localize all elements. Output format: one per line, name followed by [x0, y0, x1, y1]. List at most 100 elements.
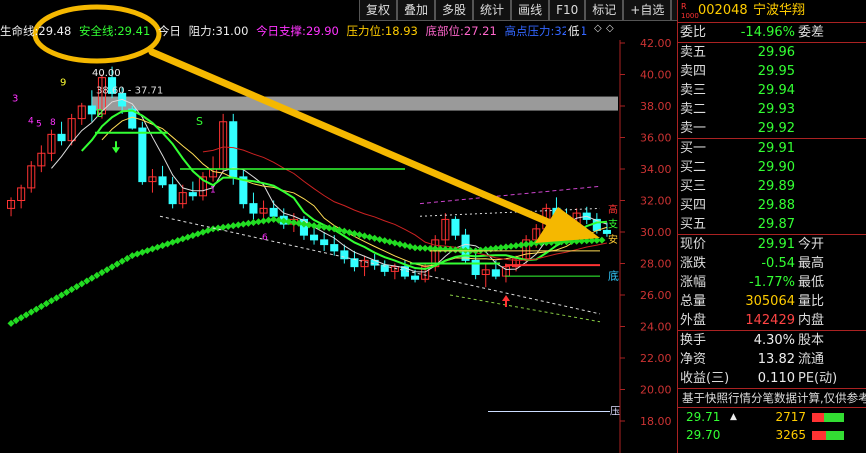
- kline-chart-canvas[interactable]: 42.00 40.00 38.00 36.00 34.00 32.00 30.00 28.00…: [0, 0, 676, 453]
- fund-row-2-label2: PE(动): [798, 371, 838, 386]
- resistance-label: 阻力:: [188, 24, 216, 38]
- trend-dot: [406, 243, 414, 251]
- toolbar-button-3[interactable]: 统计: [473, 0, 512, 21]
- tick-price: 29.71: [686, 410, 721, 424]
- lifeline-label: 生命线:: [0, 24, 39, 38]
- quote-row-1-label: 涨跌: [680, 256, 707, 271]
- candle-body: [168, 184, 177, 205]
- quote-row-3: 总量 305064 量比: [678, 292, 866, 311]
- stock-header: R 1000 002048 宁波华翔: [678, 0, 866, 23]
- low-label: 低: [566, 22, 582, 40]
- toolbar-button-6[interactable]: 标记: [585, 0, 624, 21]
- expand-icon[interactable]: ◇: [594, 23, 602, 34]
- trend-dot: [376, 235, 384, 244]
- candle-body: [320, 239, 329, 246]
- bottom-tag: 底: [608, 268, 619, 282]
- tick-buy-bar: [812, 431, 826, 440]
- order-ratio-value: -14.96%: [740, 25, 795, 40]
- bid-row-4: 买五 29.87: [678, 215, 866, 234]
- count-marker-9: 9: [60, 78, 66, 89]
- tick-row: 29.71 ▲ 2717: [678, 408, 866, 426]
- bid-row-3: 买四 29.88: [678, 196, 866, 215]
- order-ratio-row: 委比 -14.96% 委差: [678, 23, 866, 43]
- toolbar-button-1[interactable]: 叠加: [397, 0, 436, 21]
- quote-row-0-label: 现价: [680, 237, 707, 252]
- ask-row-4-value: 29.92: [757, 121, 795, 136]
- market-sub: 1000: [681, 12, 699, 20]
- support-label: 今日支撑:: [256, 24, 306, 38]
- fund-row-1-label2: 流通: [798, 352, 825, 367]
- price-tick-label: 22.00: [640, 352, 672, 365]
- safety-line-label: 安全线:: [78, 24, 118, 38]
- toolbar-button-2[interactable]: 多股: [435, 0, 474, 21]
- tick-buy-bar: [812, 413, 824, 422]
- quote-row-1: 涨跌 -0.54 最高: [678, 254, 866, 273]
- quote-row-4: 外盘 142429 内盘: [678, 311, 866, 330]
- top-pressure-label: 高点压力:: [504, 24, 555, 38]
- ask-row-2-label: 卖三: [680, 83, 707, 98]
- candle-body: [269, 207, 278, 217]
- count-marker-1: 1: [210, 186, 216, 196]
- trend-dot: [396, 240, 404, 248]
- today-label: 今日: [157, 24, 181, 38]
- count-marker-3: 3: [12, 93, 18, 104]
- toolbar-button-7[interactable]: +自选: [623, 0, 672, 21]
- quote-row-0: 现价 29.91 今开: [678, 235, 866, 254]
- quote-row-3-label2: 量比: [798, 294, 825, 309]
- channel-upper-dashed: [419, 185, 601, 205]
- tick-list: 29.71 ▲ 2717 29.70 3265: [678, 408, 866, 444]
- quote-row-2-label: 涨幅: [680, 275, 707, 290]
- fund-row-1: 净资 13.82 流通: [678, 350, 866, 369]
- fund-row-0-label: 换手: [680, 333, 707, 348]
- ask-row-1: 卖四 29.95: [678, 62, 866, 81]
- down-arrow-icon: [112, 141, 120, 154]
- pressure-label: 压力位:: [346, 24, 385, 38]
- indicator-info-line: 生命线:29.48 安全线:29.41 今日 阻力:31.00 今日支撑:29.…: [0, 22, 591, 40]
- order-ratio-label: 委比: [680, 25, 707, 40]
- kline-chart[interactable]: 42.00 40.00 38.00 36.00 34.00 32.00 30.00 28.00…: [0, 0, 676, 453]
- high-price-label: 40.00: [92, 68, 121, 79]
- price-tick-label: 26.00: [640, 289, 672, 302]
- candle-body: [602, 229, 611, 234]
- sell-marker: S: [196, 115, 203, 128]
- trend-dot: [371, 234, 379, 242]
- toolbar-button-4[interactable]: 画线: [511, 0, 550, 21]
- trend-dot: [386, 238, 394, 246]
- collapse-icon[interactable]: ◇: [606, 23, 614, 34]
- ask-row-4-label: 卖一: [680, 121, 707, 136]
- ask-row-1-label: 卖四: [680, 64, 707, 79]
- fund-row-2: 收益(三) 0.110 PE(动): [678, 369, 866, 388]
- channel-bottom-dashed: [449, 294, 601, 323]
- candle-body: [249, 203, 258, 214]
- toolbar-button-0[interactable]: 复权: [359, 0, 398, 21]
- count-marker-4: 4: [28, 116, 34, 126]
- toolbar-button-5[interactable]: F10: [549, 0, 586, 21]
- safety-tag: 安: [608, 233, 618, 246]
- quote-row-1-label2: 最高: [798, 256, 825, 271]
- bid-row-4-value: 29.87: [757, 217, 795, 232]
- bid-row-0-label: 买一: [680, 141, 707, 156]
- up-arrow-icon: [502, 295, 510, 307]
- tick-sell-bar: [826, 431, 844, 440]
- quote-row-4-label: 外盘: [680, 313, 707, 328]
- count-marker-5: 5: [36, 119, 42, 129]
- stock-name: 宁波华翔: [753, 3, 806, 18]
- trend-dot: [361, 232, 369, 240]
- bid-row-3-label: 买四: [680, 198, 707, 213]
- quote-row-2: 涨幅 -1.77% 最低: [678, 273, 866, 292]
- safety-line-value: 29.41: [117, 24, 151, 38]
- support-value: 29.90: [305, 24, 339, 38]
- trend-dot: [350, 230, 358, 238]
- tick-sell-bar: [824, 413, 844, 422]
- annotation-arrow-line: [148, 48, 559, 229]
- bid-list: 买一 29.91 买二 29.90 买三 29.89 买四 29.88 买五 29.87: [678, 139, 866, 235]
- bid-row-1: 买二 29.90: [678, 158, 866, 177]
- market-badge: R 1000: [681, 2, 699, 21]
- candle-body: [411, 275, 420, 280]
- order-diff-label: 委差: [798, 25, 825, 40]
- quote-row-2-value: -1.77%: [749, 275, 795, 290]
- candle-body: [188, 192, 197, 197]
- fund-row-2-value: 0.110: [757, 371, 795, 386]
- ask-row-0-value: 29.96: [757, 45, 795, 60]
- top-tag: 高: [608, 203, 618, 216]
